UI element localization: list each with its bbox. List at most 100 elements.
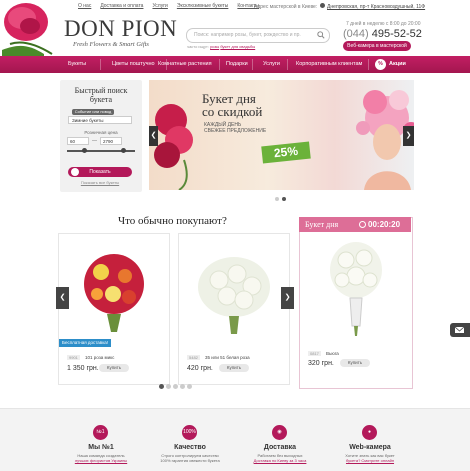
feature-text: Строго контролируем качество 100% гарант… — [145, 453, 235, 463]
working-hours: 7 дней в неделю с 8:00 до 20:00 — [346, 21, 421, 27]
feature-link[interactable]: букета? Смотрите онлайн — [325, 458, 415, 463]
carousel-dot[interactable] — [180, 384, 185, 389]
feature-title: Web-камера — [349, 444, 391, 451]
slider-handle-max[interactable] — [120, 148, 126, 153]
free-delivery-badge: Бесплатная доставка! — [59, 339, 112, 347]
tagline: Fresh Flowers & Smart Gifts — [73, 41, 149, 48]
feature-title: Доставка — [263, 444, 297, 451]
price-min-input[interactable]: 60 — [67, 137, 89, 145]
deal-of-day-card[interactable]: 0817 Вьюга 320 грн. Купить — [299, 217, 413, 389]
buy-button[interactable]: Купить — [99, 364, 129, 372]
webcam-button[interactable]: Веб-камера в мастерской — [343, 41, 411, 51]
product-image — [330, 242, 382, 336]
top-link-about[interactable]: О нас — [78, 3, 91, 9]
product-image — [84, 254, 144, 332]
mail-icon[interactable] — [450, 323, 470, 337]
product-card[interactable]: Бесплатная доставка! 9901 101 роза микс … — [58, 233, 170, 385]
nav-item-bouquets[interactable]: Букеты — [68, 56, 86, 73]
often-searched-label: часто ищут: — [187, 44, 209, 49]
product-article: 0817 — [308, 351, 321, 356]
banner-subtitle-line: СВЕЖЕЕ ПРЕДЛОЖЕНИЕ — [204, 128, 267, 134]
trophy-icon: №1 — [93, 425, 108, 440]
phone-digits: 495-52-52 — [371, 28, 422, 40]
banner-dot[interactable] — [275, 197, 279, 201]
carousel-dot[interactable] — [166, 384, 171, 389]
slider-handle-min[interactable] — [82, 148, 87, 153]
banner-dot-active[interactable] — [282, 197, 286, 201]
carousel-dot[interactable] — [187, 384, 192, 389]
feature-text: Работаем без выходных Доставка по Киеву … — [235, 453, 325, 463]
carousel-dot[interactable] — [173, 384, 178, 389]
product-price: 1 350 грн. — [67, 365, 99, 372]
chevron-left-icon[interactable]: ❮ — [56, 287, 69, 309]
nav-item-corporate[interactable]: Корпоративным клиентам — [296, 56, 362, 73]
nav-divider — [368, 59, 369, 70]
chevron-right-icon[interactable]: ❯ — [403, 126, 414, 146]
often-searched-link[interactable]: розы — [210, 44, 219, 49]
nav-item-services[interactable]: Услуги — [263, 56, 280, 73]
search-icon[interactable] — [317, 31, 325, 39]
product-price: 420 грн. — [187, 365, 213, 372]
chevron-right-icon[interactable]: ❯ — [281, 287, 294, 309]
envelope-icon — [454, 326, 465, 333]
main-nav: Букеты Цветы поштучно Комнатные растения… — [0, 56, 470, 73]
often-searched: часто ищут: розы букет для свадьбы — [187, 44, 255, 49]
top-links: О нас Доставка и оплата Услуги Эксклюзив… — [78, 3, 259, 9]
search-circle-icon — [71, 168, 79, 176]
logo[interactable]: DON PION — [64, 16, 177, 42]
event-select[interactable]: Зимние букеты — [68, 116, 132, 124]
banner-title-line: со скидкой — [202, 104, 263, 119]
search-input[interactable]: Поиск: например розы, букет, рождество и… — [186, 28, 330, 43]
often-searched-link[interactable]: букет для свадьбы — [220, 44, 255, 49]
buy-button[interactable]: Купить — [219, 364, 249, 372]
event-label: Событие или повод — [72, 109, 114, 115]
product-image — [198, 257, 270, 334]
percent-icon: % — [375, 59, 386, 70]
nav-item-gifts[interactable]: Подарки — [226, 56, 248, 73]
banner-title: Букет дня со скидкой — [202, 92, 262, 118]
deal-of-day-label: Букет дня — [305, 220, 339, 229]
feature-title: Качество — [174, 444, 206, 451]
phone-code: (044) — [343, 28, 369, 40]
product-article: 5482 — [187, 355, 200, 360]
top-link-services[interactable]: Услуги — [152, 3, 167, 9]
map-pin-icon — [319, 3, 325, 8]
product-name[interactable]: 35 или 51 белая роза — [205, 355, 250, 360]
webcam-icon: ● — [362, 425, 377, 440]
address-prefix: Адрес мастерской в Киеве: — [254, 4, 318, 10]
feature-title: Мы №1 — [88, 444, 114, 451]
feature-link[interactable]: лучших флористов Украины — [56, 458, 146, 463]
nav-divider — [219, 59, 220, 70]
product-price: 320 грн. — [308, 360, 334, 367]
countdown-timer: 00:20:20 — [368, 220, 401, 229]
promo-banner[interactable] — [149, 80, 414, 190]
phone-number[interactable]: (044) 495-52-52 — [343, 28, 422, 40]
workshop-address: Адрес мастерской в Киеве: Днепровская, п… — [254, 3, 425, 10]
product-card[interactable]: 5482 35 или 51 белая роза 420 грн. Купит… — [178, 233, 290, 385]
nav-divider — [100, 59, 101, 70]
delivery-car-icon: ◉ — [272, 425, 287, 440]
product-name[interactable]: 101 роза микс — [85, 355, 114, 360]
carousel-dot-active[interactable] — [159, 384, 164, 389]
feature-link[interactable]: Доставка по Киеву за 3 часа — [235, 458, 325, 463]
quick-search-title: Быстрый поиск букета — [74, 86, 128, 104]
nav-item-promotions[interactable]: Акции — [389, 56, 406, 73]
top-link-delivery[interactable]: Доставка и оплата — [100, 3, 143, 9]
price-max-input[interactable]: 2790 — [100, 137, 122, 145]
feature-text: Хотите знать как вас букет букета? Смотр… — [325, 453, 415, 463]
product-name[interactable]: Вьюга — [326, 351, 339, 356]
section-title: Что обычно покупают? — [118, 215, 227, 227]
show-all-link[interactable]: Показать все букеты — [68, 180, 132, 185]
logo-flower-image — [2, 3, 53, 62]
feature-text: Наша команда создатель лучших флористов … — [56, 453, 146, 463]
banner-image — [154, 90, 414, 190]
nav-item-single-flowers[interactable]: Цветы поштучно — [112, 56, 155, 73]
feature-line: 100% гарантия свежести букета — [160, 458, 220, 463]
address-link[interactable]: Днепровская, пр-т Красновоздушный, 11Ф — [327, 4, 425, 10]
nav-divider — [287, 59, 288, 70]
nav-item-house-plants[interactable]: Комнатные растения — [158, 56, 212, 73]
chevron-left-icon[interactable]: ❮ — [149, 126, 158, 146]
buy-button[interactable]: Купить — [340, 359, 370, 367]
price-dash: — — [92, 138, 97, 144]
top-link-exclusive[interactable]: Эксклюзивные букеты — [177, 3, 229, 9]
